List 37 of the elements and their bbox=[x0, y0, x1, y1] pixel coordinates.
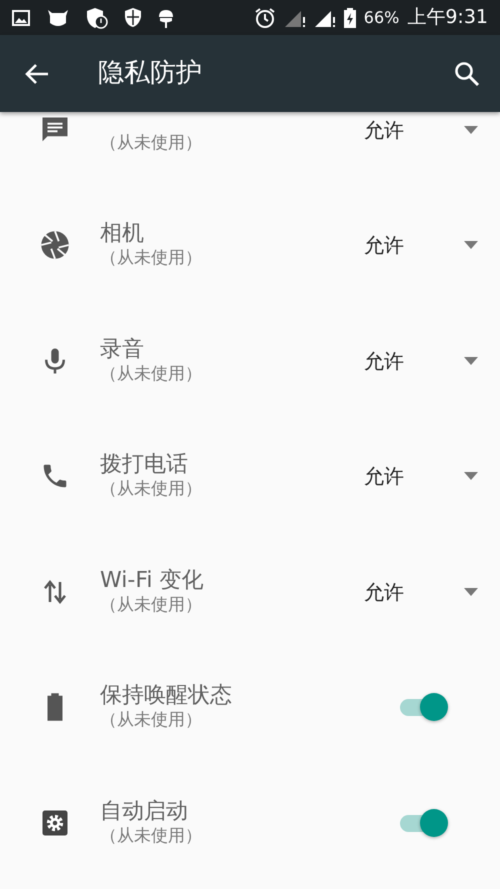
caret-icon[interactable] bbox=[464, 356, 478, 365]
permission-dropdown[interactable]: 允许 bbox=[364, 576, 404, 607]
battery-percentage: 66% bbox=[364, 6, 400, 28]
permission-title: 录音 bbox=[100, 336, 145, 363]
permission-dropdown[interactable]: 允许 bbox=[364, 346, 404, 376]
permission-title: 拨打电话 bbox=[100, 452, 189, 478]
usage-status: （从未使用） bbox=[100, 247, 203, 270]
image-icon bbox=[12, 10, 30, 26]
permission-title: 相机 bbox=[100, 221, 145, 248]
clock-time: 上午9:31 bbox=[407, 5, 488, 30]
permission-dropdown[interactable]: 允许 bbox=[364, 114, 404, 145]
permission-dropdown[interactable]: 允许 bbox=[364, 461, 404, 492]
caret-icon[interactable] bbox=[464, 241, 478, 250]
usage-status: （从未使用） bbox=[100, 478, 203, 500]
permission-title: 自动启动 bbox=[100, 798, 189, 825]
permission-title: Wi-Fi 变化 bbox=[100, 568, 204, 594]
caret-icon[interactable] bbox=[464, 126, 478, 134]
page-title: 隐私防护 bbox=[98, 57, 202, 90]
usage-status: （从未使用） bbox=[100, 594, 203, 616]
shield-icon bbox=[124, 7, 142, 28]
permission-dropdown[interactable]: 允许 bbox=[364, 230, 404, 260]
usage-status: （从未使用） bbox=[100, 709, 203, 732]
toggle-switch[interactable] bbox=[400, 692, 450, 722]
shield-icon bbox=[86, 6, 108, 28]
battery-icon bbox=[344, 8, 356, 28]
usage-status: （从未使用） bbox=[100, 362, 203, 385]
caret-icon[interactable] bbox=[464, 472, 478, 480]
permission-title: 保持唤醒状态 bbox=[100, 683, 233, 710]
alarm-icon bbox=[254, 6, 276, 28]
toggle-switch[interactable] bbox=[400, 808, 450, 838]
caret-icon[interactable] bbox=[464, 588, 478, 596]
aperture-icon bbox=[40, 230, 70, 260]
back-button[interactable] bbox=[24, 62, 50, 86]
search-button[interactable] bbox=[454, 60, 480, 86]
usage-status: （从未使用） bbox=[100, 132, 203, 154]
gear-icon bbox=[40, 808, 70, 838]
usage-status: （从未使用） bbox=[100, 824, 203, 847]
